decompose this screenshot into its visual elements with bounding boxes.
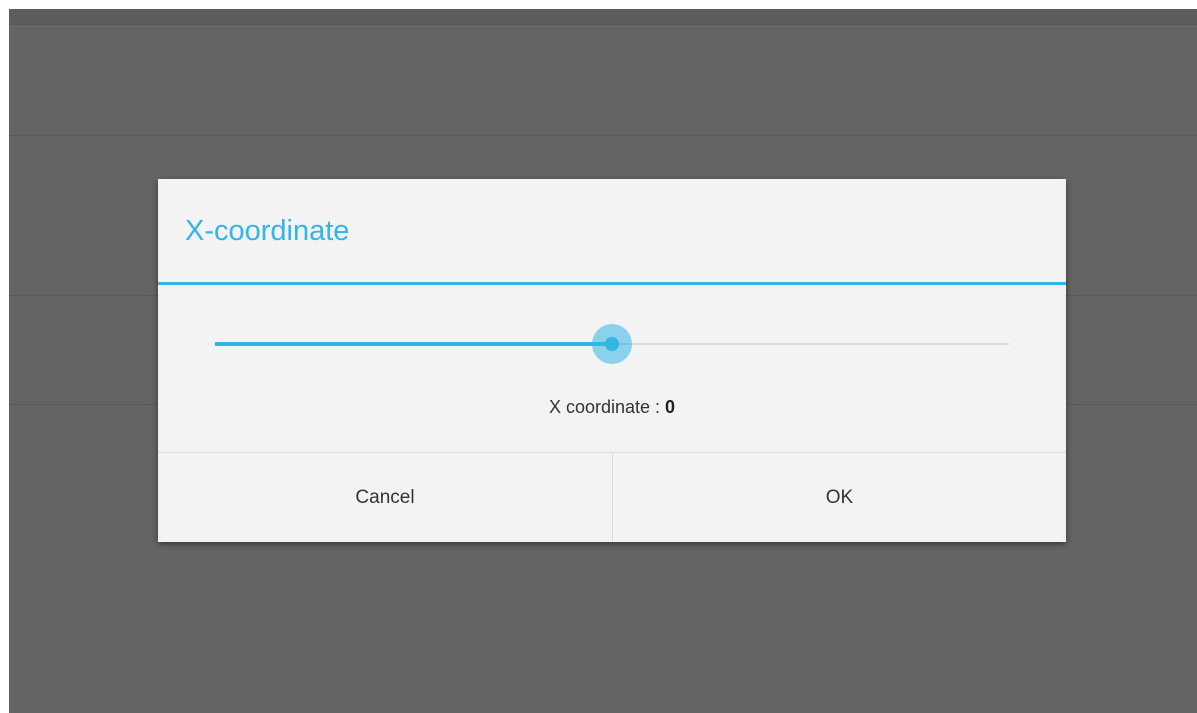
top-bar <box>9 9 1197 27</box>
ok-button[interactable]: OK <box>613 453 1066 542</box>
x-coordinate-slider[interactable] <box>215 324 1009 364</box>
screen-background: X-coordinate X coordinate : 0 Cancel OK <box>9 9 1197 713</box>
value-label: X coordinate : <box>548 397 666 417</box>
value-number: 0 <box>665 397 676 417</box>
background-divider <box>9 135 1197 136</box>
slider-thumb[interactable] <box>592 324 632 364</box>
cancel-button[interactable]: Cancel <box>158 453 612 542</box>
x-coordinate-dialog: X-coordinate X coordinate : 0 Cancel OK <box>158 179 1066 542</box>
dialog-title: X-coordinate <box>185 215 350 247</box>
x-coordinate-readout: X coordinate : 0 <box>158 397 1066 418</box>
slider-fill <box>215 342 612 346</box>
title-divider <box>158 282 1066 285</box>
slider-thumb-core <box>605 337 619 351</box>
